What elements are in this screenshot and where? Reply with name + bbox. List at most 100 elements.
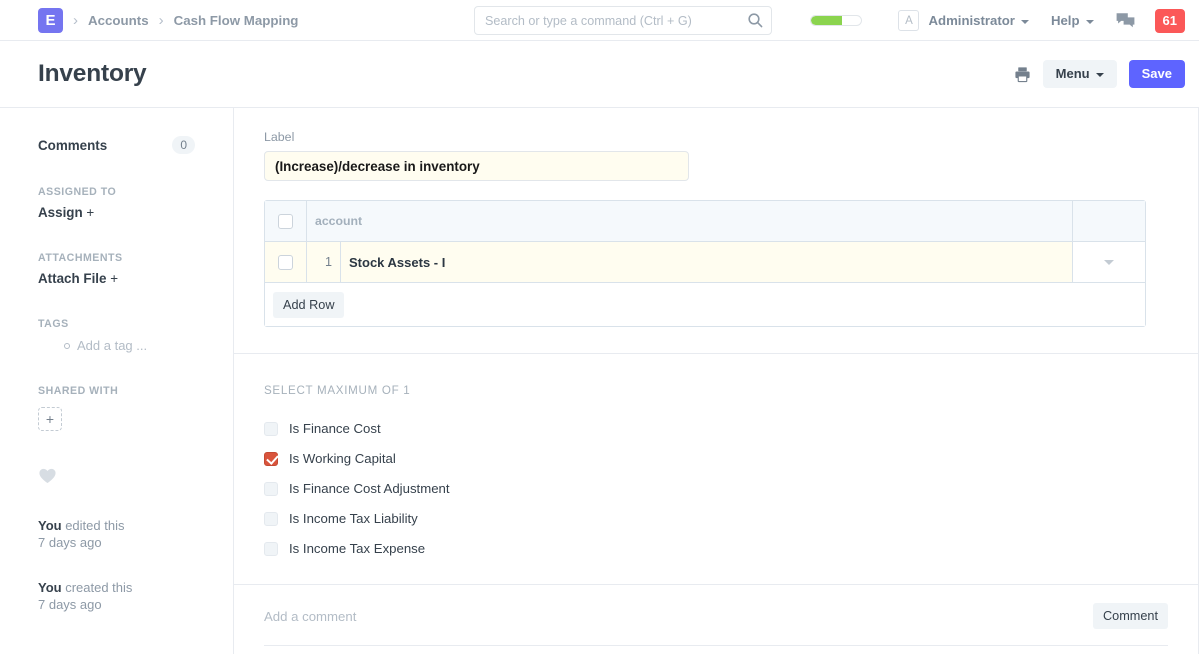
activity-actor: You: [38, 518, 62, 533]
row-account-value[interactable]: Stock Assets - I: [341, 242, 1073, 282]
grid-footer: Add Row: [265, 282, 1145, 326]
top-navbar: E › Accounts › Cash Flow Mapping A Admin…: [0, 0, 1199, 41]
tag-dot-icon: [64, 343, 70, 349]
print-icon[interactable]: [1014, 66, 1031, 83]
comment-input[interactable]: Add a comment: [264, 609, 1093, 624]
attach-file-label: Attach File: [38, 271, 106, 286]
comments-count-badge: 0: [172, 136, 195, 154]
comment-section: Add a comment Comment: [234, 585, 1198, 646]
attachments-label: Attachments: [38, 252, 195, 264]
comment-input-row: Add a comment Comment: [264, 603, 1168, 646]
sidebar: Comments 0 Assigned To Assign + Attachme…: [0, 108, 233, 654]
help-menu[interactable]: Help: [1051, 13, 1094, 28]
notification-badge[interactable]: 61: [1155, 9, 1185, 33]
app-logo[interactable]: E: [38, 8, 63, 33]
navbar-right-group: A Administrator Help 61: [810, 0, 1185, 41]
label-and-grid-section: Label account 1 Stock Assets - I: [234, 108, 1198, 354]
activity-created: You created this 7 days ago: [38, 579, 195, 613]
checkbox-label: Is Income Tax Liability: [289, 511, 418, 526]
row-expand-cell[interactable]: [1073, 242, 1145, 282]
breadcrumb-item-accounts[interactable]: Accounts: [88, 13, 149, 28]
heart-icon[interactable]: [38, 467, 195, 489]
chevron-down-icon: [1096, 73, 1104, 77]
checkbox-is-finance-cost[interactable]: Is Finance Cost: [264, 421, 1168, 436]
comment-button[interactable]: Comment: [1093, 603, 1168, 629]
breadcrumb-item-cash-flow-mapping[interactable]: Cash Flow Mapping: [174, 13, 299, 28]
activity-edited: You edited this 7 days ago: [38, 517, 195, 551]
row-checkbox[interactable]: [278, 255, 293, 270]
checkbox-box-checked[interactable]: [264, 452, 278, 466]
add-tag-label: Add a tag ...: [77, 338, 147, 353]
help-menu-label: Help: [1051, 13, 1080, 28]
add-tag-button[interactable]: Add a tag ...: [38, 338, 195, 353]
sidebar-tags-section: Tags Add a tag ...: [38, 318, 195, 353]
chevron-down-icon: [1086, 20, 1094, 24]
checkbox-is-finance-cost-adjustment[interactable]: Is Finance Cost Adjustment: [264, 481, 1168, 496]
tags-label: Tags: [38, 318, 195, 330]
page-body: Comments 0 Assigned To Assign + Attachme…: [0, 108, 1199, 654]
search-icon[interactable]: [747, 12, 763, 28]
search-container: [474, 6, 772, 35]
accounts-grid: account 1 Stock Assets - I Add Row: [264, 200, 1146, 327]
menu-button-label: Menu: [1056, 67, 1090, 81]
main-content: Label account 1 Stock Assets - I: [233, 108, 1199, 654]
checkbox-label: Is Finance Cost Adjustment: [289, 481, 450, 496]
checkbox-is-working-capital[interactable]: Is Working Capital: [264, 451, 1168, 466]
assigned-to-label: Assigned To: [38, 186, 195, 198]
select-all-checkbox[interactable]: [278, 214, 293, 229]
user-menu[interactable]: Administrator: [928, 13, 1028, 28]
sidebar-assigned-to-section: Assigned To Assign +: [38, 186, 195, 220]
checkbox-box[interactable]: [264, 482, 278, 496]
assign-button[interactable]: Assign +: [38, 205, 195, 220]
page-header: Inventory Menu Save: [0, 41, 1199, 108]
checkbox-box[interactable]: [264, 422, 278, 436]
activity-time: 7 days ago: [38, 596, 195, 613]
label-input[interactable]: [264, 151, 689, 181]
activity-action: created this: [62, 580, 133, 595]
grid-select-all-cell[interactable]: [265, 201, 307, 241]
row-index: 1: [307, 242, 341, 282]
progress-fill: [811, 16, 842, 25]
row-select-cell[interactable]: [265, 242, 307, 282]
grid-header-row: account: [265, 201, 1145, 242]
attach-file-button[interactable]: Attach File +: [38, 271, 195, 286]
checkbox-group-title: Select maximum of 1: [264, 384, 1168, 397]
checkbox-label: Is Income Tax Expense: [289, 541, 425, 556]
page-title: Inventory: [38, 60, 146, 88]
breadcrumb-separator-icon: ›: [159, 13, 164, 28]
checkbox-label: Is Finance Cost: [289, 421, 381, 436]
activity-time: 7 days ago: [38, 534, 195, 551]
label-field-label: Label: [264, 130, 1168, 144]
checkbox-is-income-tax-liability[interactable]: Is Income Tax Liability: [264, 511, 1168, 526]
assign-label: Assign: [38, 205, 83, 220]
sidebar-comments-row[interactable]: Comments 0: [38, 136, 195, 154]
checkbox-is-income-tax-expense[interactable]: Is Income Tax Expense: [264, 541, 1168, 556]
chevron-down-icon[interactable]: [1104, 260, 1114, 265]
add-share-button[interactable]: +: [38, 407, 62, 431]
breadcrumb-separator-icon: ›: [73, 13, 78, 28]
checkbox-box[interactable]: [264, 512, 278, 526]
chevron-down-icon: [1021, 20, 1029, 24]
table-row[interactable]: 1 Stock Assets - I: [265, 242, 1145, 282]
progress-indicator[interactable]: [810, 15, 862, 26]
grid-header-tail-cell: [1073, 201, 1145, 241]
avatar[interactable]: A: [898, 10, 919, 31]
comments-label: Comments: [38, 138, 107, 153]
activity-action: edited this: [62, 518, 125, 533]
menu-button[interactable]: Menu: [1043, 60, 1117, 88]
sidebar-attachments-section: Attachments Attach File +: [38, 252, 195, 286]
checkbox-box[interactable]: [264, 542, 278, 556]
save-button[interactable]: Save: [1129, 60, 1185, 88]
activity-actor: You: [38, 580, 62, 595]
user-menu-label: Administrator: [928, 13, 1014, 28]
checkbox-group-section: Select maximum of 1 Is Finance Cost Is W…: [234, 354, 1198, 585]
search-input[interactable]: [474, 6, 772, 35]
plus-icon: +: [110, 271, 118, 286]
page-header-actions: Menu Save: [1014, 60, 1185, 88]
grid-column-account[interactable]: account: [307, 201, 1073, 241]
add-row-button[interactable]: Add Row: [273, 292, 344, 318]
checkbox-label: Is Working Capital: [289, 451, 396, 466]
plus-icon: +: [86, 205, 94, 220]
chat-icon[interactable]: [1116, 12, 1135, 29]
sidebar-shared-with-section: Shared With +: [38, 385, 195, 431]
